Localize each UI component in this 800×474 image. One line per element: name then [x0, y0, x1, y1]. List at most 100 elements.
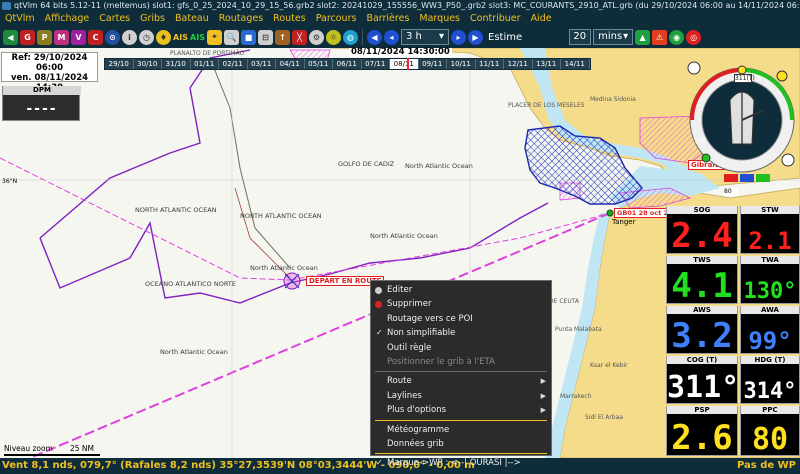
route-icon[interactable]: ╳ — [292, 29, 307, 45]
waypoint-marker[interactable] — [606, 209, 614, 217]
grib-pink-icon[interactable]: M — [54, 29, 69, 45]
sun-icon[interactable]: ☼ — [326, 29, 341, 45]
context-menu: Editer Supprimer Routage vers ce POI ✓ No… — [370, 280, 552, 468]
timeline-day[interactable]: 02/11 — [219, 59, 248, 69]
menu-item-route[interactable]: Route ▶ — [371, 374, 551, 388]
hdg-instrument[interactable]: HDG (T) 314° — [740, 356, 800, 404]
locate-icon[interactable]: ⌖ — [207, 29, 222, 45]
map-label: Punta Malabata — [555, 326, 602, 333]
timeline-day[interactable]: 12/11 — [504, 59, 533, 69]
menu-marques[interactable]: Marques — [414, 12, 465, 26]
timeline-day[interactable]: 07/11 — [361, 59, 390, 69]
gear-icon[interactable]: ⚙ — [309, 29, 324, 45]
ppc-label: PPC — [741, 406, 799, 414]
check-icon: ✓ — [376, 328, 383, 338]
menu-item-donnees-grib[interactable]: Données grib — [371, 437, 551, 451]
zoom-icon[interactable]: 🔍 — [224, 29, 239, 45]
step-forward-icon[interactable]: ▶ — [468, 29, 483, 45]
compass-icon[interactable]: ⊙ — [105, 29, 120, 45]
timeline-day[interactable]: 08/11 — [390, 59, 419, 69]
warning-icon[interactable]: ⚠ — [652, 29, 668, 45]
menu-bateau[interactable]: Bateau — [170, 12, 214, 26]
step-back-icon[interactable]: ◀ — [367, 29, 382, 45]
menu-barrieres[interactable]: Barrières — [361, 12, 414, 26]
menu-routages[interactable]: Routages — [214, 12, 268, 26]
minutes-input[interactable]: 20 — [569, 29, 592, 45]
menu-item-marque-wp[interactable]: ✓ Marque->WP : <--| OURASI |--> — [371, 456, 551, 470]
timeline-day[interactable]: 04/11 — [276, 59, 305, 69]
dpm-label: DPM — [3, 86, 81, 95]
menu-qtvlm[interactable]: QtVlm — [0, 12, 40, 26]
menu-gribs[interactable]: Gribs — [135, 12, 170, 26]
timeline-day[interactable]: 13/11 — [532, 59, 561, 69]
map-label: GOLFO DE CADIZ — [338, 160, 395, 168]
timeline-day[interactable]: 05/11 — [304, 59, 333, 69]
center-boat-icon[interactable]: ◉ — [669, 29, 685, 45]
timeline-day[interactable]: 30/10 — [133, 59, 162, 69]
grib-red-icon[interactable]: G — [20, 29, 35, 45]
globe-icon[interactable]: ◍ — [343, 29, 358, 45]
edit-icon — [375, 287, 382, 294]
info-icon[interactable]: i — [122, 29, 137, 45]
alerts-icon[interactable]: AIS — [173, 30, 188, 45]
menu-item-routage[interactable]: Routage vers ce POI — [371, 312, 551, 326]
minutes-unit-select[interactable]: mins ▾ — [593, 29, 634, 45]
stw-instrument[interactable]: STW 2.1 — [740, 206, 800, 254]
timeline-day[interactable]: 11/11 — [475, 59, 504, 69]
menu-aide[interactable]: Aide — [526, 12, 557, 26]
cog-instrument[interactable]: COG (T) 311° — [666, 356, 739, 404]
timeline-day[interactable]: 03/11 — [247, 59, 276, 69]
arrow-up-icon[interactable]: ↑ — [275, 29, 290, 45]
map-label: NORTH ATLANTIC OCEAN — [240, 212, 322, 220]
timeline-day[interactable]: 29/10 — [105, 59, 134, 69]
timeline-day[interactable]: 06/11 — [333, 59, 362, 69]
menu-bar: QtVlm Affichage Cartes Gribs Bateau Rout… — [0, 12, 800, 26]
menu-item-meteogramme[interactable]: Météogramme — [371, 423, 551, 437]
timeline-day[interactable]: 14/11 — [561, 59, 590, 69]
ref-date: Ref: 29/10/2024 06:00 — [11, 53, 88, 73]
clock-icon[interactable]: ◷ — [139, 29, 154, 45]
menu-item-supprimer[interactable]: Supprimer — [371, 297, 551, 311]
sog-instrument[interactable]: SOG 2.4 — [666, 206, 738, 254]
timeline-cursor[interactable] — [407, 58, 409, 70]
bell-icon[interactable]: ▲ — [635, 29, 651, 45]
menu-parcours[interactable]: Parcours — [311, 12, 362, 26]
lifebuoy-icon[interactable]: ◎ — [686, 29, 702, 45]
map-label: North Atlantic Ocean — [250, 264, 318, 272]
settings-icon[interactable] — [687, 61, 701, 75]
expand-icon[interactable] — [781, 153, 795, 167]
layers-icon[interactable]: ■ — [241, 29, 256, 45]
menu-cartes[interactable]: Cartes — [94, 12, 135, 26]
menu-item-outil-regle[interactable]: Outil règle — [371, 341, 551, 355]
step-back-small-icon[interactable]: ◂ — [384, 29, 399, 45]
ppc-instrument[interactable]: PPC 80 — [740, 406, 800, 456]
timeline-day[interactable]: 09/11 — [418, 59, 447, 69]
menu-item-plus-options[interactable]: Plus d'options ▶ — [371, 403, 551, 417]
back-icon[interactable]: ◀ — [3, 29, 18, 45]
timeline-day[interactable]: 10/11 — [447, 59, 476, 69]
aws-instrument[interactable]: AWS 3.2 — [666, 306, 738, 354]
menu-affichage[interactable]: Affichage — [40, 12, 95, 26]
timeline-day[interactable]: 01/11 — [190, 59, 219, 69]
grib-olive-icon[interactable]: P — [37, 29, 52, 45]
lamp-icon[interactable]: ♦ — [156, 29, 171, 45]
tws-instrument[interactable]: TWS 4.1 — [666, 256, 738, 304]
menu-item-editer[interactable]: Editer — [371, 283, 551, 297]
ais-icon[interactable]: AIS — [190, 30, 205, 45]
step-forward-small-icon[interactable]: ▸ — [451, 29, 466, 45]
twa-instrument[interactable]: TWA 130° — [740, 256, 800, 304]
timeline-day[interactable]: 31/10 — [162, 59, 191, 69]
compass-speed: 80 — [724, 188, 738, 196]
menu-item-non-simplifiable[interactable]: ✓ Non simplifiable — [371, 326, 551, 340]
grib-red2-icon[interactable]: C — [88, 29, 103, 45]
toolbar: ◀ G P M V C ⊙ i ◷ ♦ AIS AIS ⌖ 🔍 ■ ⊡ ↑ ╳ … — [0, 26, 800, 48]
menu-item-laylines[interactable]: Laylines ▶ — [371, 389, 551, 403]
menu-routes[interactable]: Routes — [268, 12, 311, 26]
menu-contribuer[interactable]: Contribuer — [465, 12, 526, 26]
crop-icon[interactable]: ⊡ — [258, 29, 273, 45]
grib-purple-icon[interactable]: V — [71, 29, 86, 45]
step-select[interactable]: 3 h ▾ — [401, 29, 449, 45]
awa-instrument[interactable]: AWA 99° — [740, 306, 800, 354]
compass-widget[interactable]: 311(T) 130 80 — [684, 48, 800, 204]
psp-instrument[interactable]: PSP 2.6 — [666, 406, 738, 456]
